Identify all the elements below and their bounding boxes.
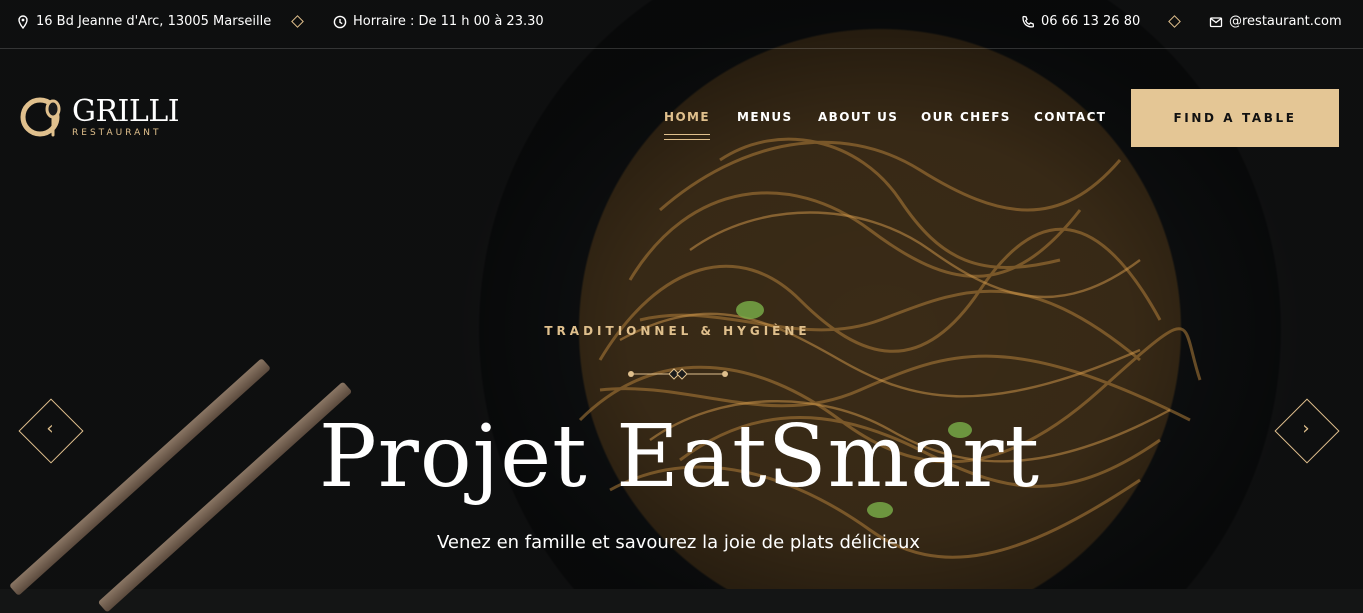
nav-our-chefs[interactable]: OUR CHEFS [921, 110, 1011, 124]
ornament-divider-icon [628, 368, 728, 380]
separator-diamond [1168, 15, 1181, 28]
hours-text: Horraire : De 11 h 00 à 23.30 [353, 14, 544, 29]
top-info-bar: 16 Bd Jeanne d'Arc, 13005 Marseille Horr… [0, 0, 1363, 49]
mail-icon [1209, 16, 1223, 27]
chevron-left-icon[interactable]: ‹ [19, 418, 81, 439]
hero-kicker: TRADITIONNEL & HYGIÈNE [544, 324, 811, 338]
phone-text[interactable]: 06 66 13 26 80 [1041, 14, 1140, 29]
location-pin-icon [18, 14, 28, 29]
phone-info[interactable]: 06 66 13 26 80 [1021, 14, 1140, 29]
clock-icon [333, 15, 347, 28]
active-underline [664, 134, 710, 140]
site-logo[interactable]: GRILLI RESTAURANT [20, 93, 180, 138]
address-info: 16 Bd Jeanne d'Arc, 13005 Marseille [16, 14, 271, 29]
separator-diamond [291, 15, 304, 28]
hero-subtitle: Venez en famille et savourez la joie de … [436, 532, 921, 553]
nav-contact[interactable]: CONTACT [1034, 110, 1106, 124]
nav-home-label: HOME [664, 110, 710, 124]
nav-menus[interactable]: MENUS [737, 110, 793, 124]
logo-name: GRILLI [72, 93, 180, 129]
nav-home[interactable]: HOME [664, 110, 710, 140]
logo-subtitle: RESTAURANT [72, 127, 162, 138]
email-info[interactable]: @restaurant.com [1209, 14, 1342, 29]
chevron-right-icon[interactable]: › [1275, 418, 1337, 439]
address-text: 16 Bd Jeanne d'Arc, 13005 Marseille [36, 14, 272, 29]
email-text[interactable]: @restaurant.com [1229, 14, 1342, 29]
hours-info: Horraire : De 11 h 00 à 23.30 [333, 14, 544, 29]
phone-icon [1022, 15, 1035, 28]
hero-title: Projet EatSmart [318, 407, 1041, 507]
nav-about-us[interactable]: ABOUT US [818, 110, 898, 124]
logo-mark-icon [20, 97, 61, 137]
find-a-table-button[interactable]: FIND A TABLE [1131, 89, 1339, 147]
